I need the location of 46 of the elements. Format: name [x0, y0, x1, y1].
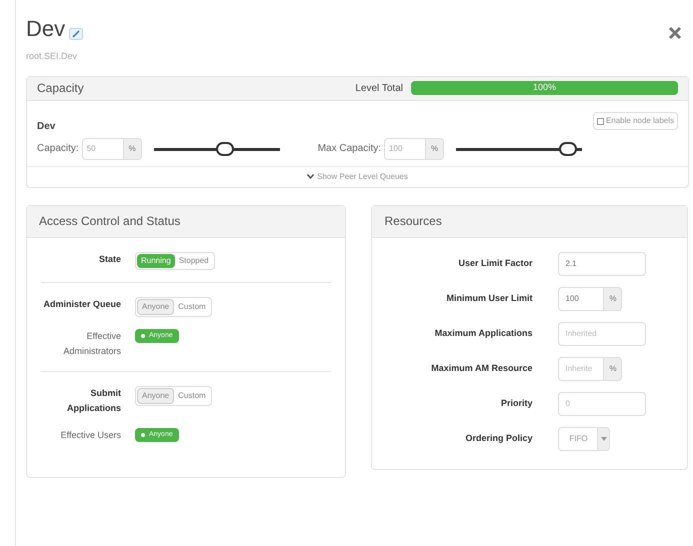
queue-name: Dev — [37, 120, 56, 134]
field-label: State — [98, 252, 121, 266]
toggle-option[interactable]: Anyone — [137, 298, 174, 314]
panel-heading: Capacity — [37, 80, 84, 97]
queue-title: Dev — [26, 18, 66, 40]
field-label: Maximum AM Resource — [430, 362, 532, 375]
capacity-field[interactable]: 50 % — [82, 138, 142, 160]
percent-field[interactable]: 100 — [558, 286, 604, 310]
field-label: User Limit Factor — [457, 256, 532, 270]
level-total-value: 100% — [532, 81, 558, 94]
text-field[interactable]: Inherited — [558, 322, 646, 346]
field-label: Effective Users — [60, 428, 121, 442]
level-total-label: Level Total — [355, 82, 403, 96]
unit-label: % — [604, 286, 622, 310]
field-label: Effective Administrators — [62, 330, 121, 358]
capacity-field[interactable]: 100 % — [384, 138, 444, 160]
slider-label: Max Capacity: — [318, 142, 382, 156]
unit-label: % — [122, 138, 141, 158]
slider[interactable] — [154, 142, 280, 156]
node-labels-checkbox[interactable]: Enable node labels — [592, 112, 678, 130]
text-field[interactable]: 2.1 — [558, 252, 646, 276]
policy-select[interactable]: FIFO — [558, 426, 610, 450]
unit-label: % — [604, 356, 622, 380]
field-label: Maximum Applications — [434, 326, 532, 340]
close-icon[interactable] — [668, 26, 682, 40]
field-label: Submit Applications — [66, 386, 121, 415]
field-label: Minimum User Limit — [445, 292, 532, 305]
caret-icon — [600, 436, 607, 440]
field-label: Priority — [500, 396, 532, 410]
panel-heading: Resources — [372, 206, 687, 238]
text-field[interactable]: 0 — [558, 392, 646, 416]
slider-thumb[interactable] — [558, 142, 577, 156]
panel-heading: Access Control and Status — [27, 206, 346, 238]
slider-label: Capacity: — [37, 142, 79, 156]
field-label: Ordering Policy — [464, 432, 532, 445]
slider[interactable] — [456, 142, 582, 156]
slider-thumb[interactable] — [216, 142, 234, 156]
edit-icon[interactable] — [69, 28, 84, 40]
chevron-down-icon — [307, 174, 314, 179]
field-label: Administer Queue — [42, 298, 121, 311]
queue-path: root.SEI.Dev — [26, 50, 78, 63]
toggle-option[interactable]: Anyone — [137, 388, 174, 404]
percent-field[interactable]: Inherite — [558, 356, 604, 380]
show-peer-queues-link[interactable]: Show Peer Level Queues — [307, 170, 408, 182]
unit-label: % — [425, 138, 444, 158]
toggle-option[interactable]: Running — [137, 254, 175, 268]
